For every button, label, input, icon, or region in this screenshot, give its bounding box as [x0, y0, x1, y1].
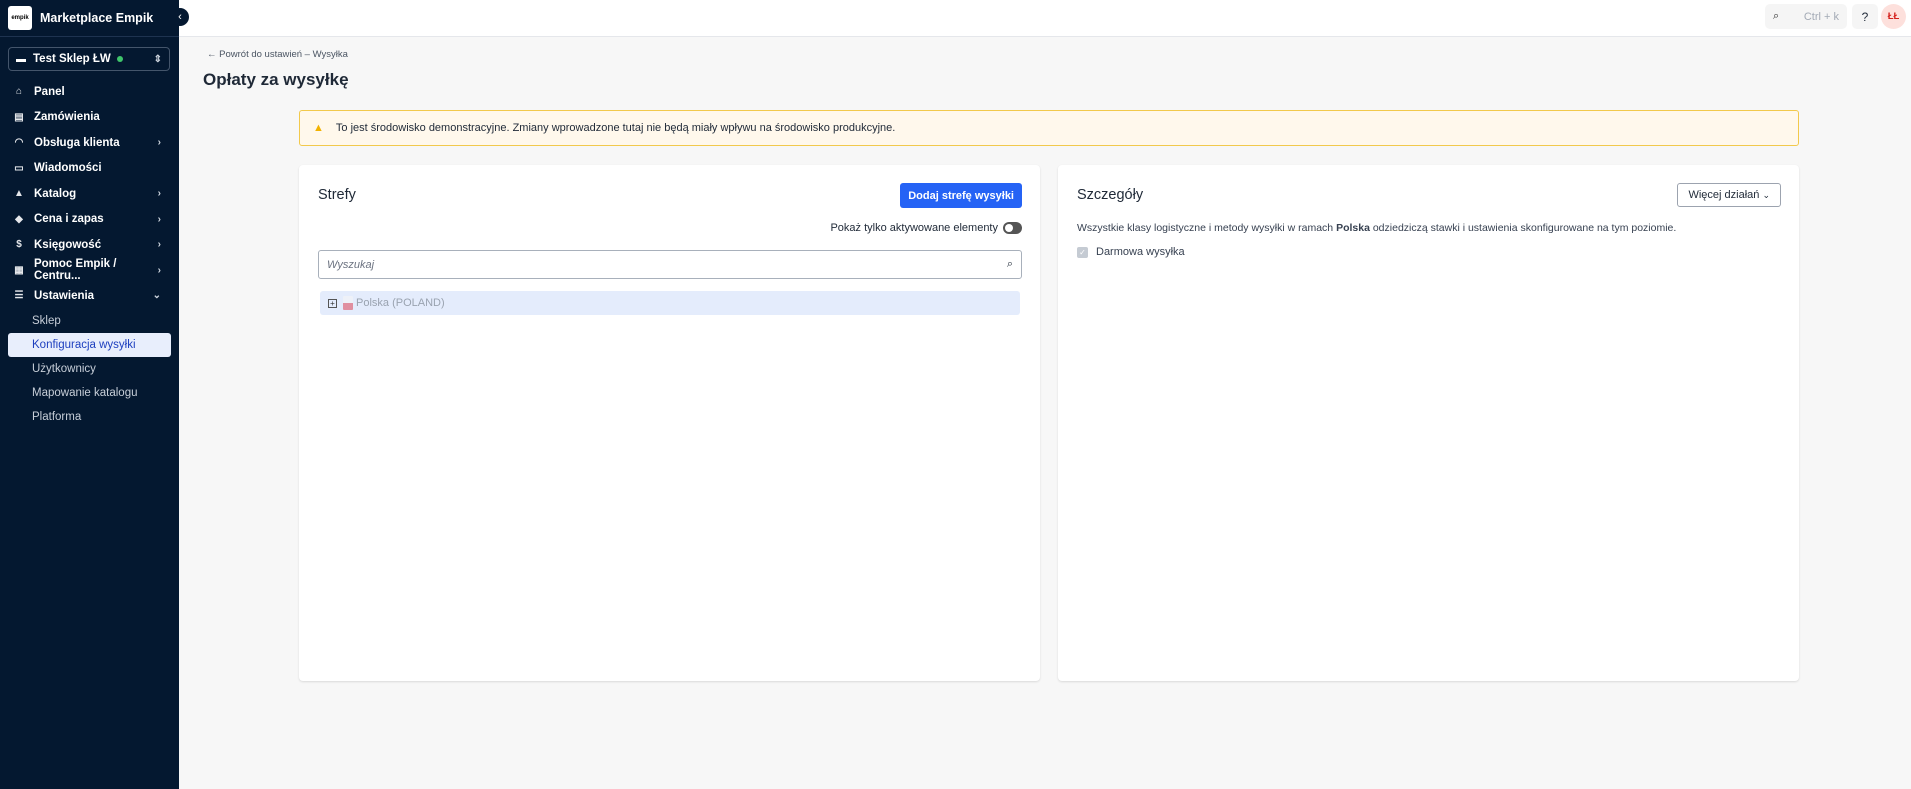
more-actions-label: Więcej działań	[1688, 189, 1760, 201]
store-name: Test Sklep ŁW	[33, 53, 111, 65]
tree-item-label: Polska (POLAND)	[356, 297, 445, 309]
help-icon[interactable]: ?	[1852, 4, 1878, 29]
poland-flag-icon	[343, 296, 353, 310]
chevron-icon: ›	[157, 188, 161, 200]
sidebar-item-label: Wiadomości	[34, 162, 102, 175]
sidebar-subitem[interactable]: Sklep	[8, 309, 171, 333]
tag-icon: ◆	[15, 213, 23, 225]
sidebar-item-ustawienia[interactable]: ☰ Ustawienia ⌄	[0, 283, 179, 309]
chevron-updown-icon: ⇕	[153, 53, 162, 65]
sidebar-item-katalog[interactable]: ▲ Katalog ›	[0, 181, 179, 207]
store-icon: ▬	[16, 53, 26, 65]
grid-icon: ▦	[14, 264, 24, 276]
empik-logo: empik	[8, 6, 32, 30]
store-selector[interactable]: ▬ Test Sklep ŁW ⇕	[8, 47, 170, 71]
sidebar-item-label: Katalog	[34, 187, 77, 200]
sidebar-item-label: Księgowość	[34, 238, 102, 251]
arrow-left-icon: ←	[207, 49, 220, 60]
zones-title: Strefy	[318, 187, 356, 203]
brand-name: Marketplace Empik	[40, 11, 154, 25]
tree-item-poland[interactable]: + Polska (POLAND)	[320, 291, 1020, 315]
sidebar-item-pomoc[interactable]: ▦ Pomoc Empik / Centru... ›	[0, 258, 179, 284]
active-only-toggle-row: Pokaż tylko aktywowane elementy	[830, 222, 1022, 234]
sidebar-item-księgowość[interactable]: $ Księgowość ›	[0, 232, 179, 258]
sidebar-item-zamówienia[interactable]: ▤ Zamówienia	[0, 105, 179, 131]
sidebar-subitem[interactable]: Platforma	[8, 405, 171, 429]
collapse-sidebar-button[interactable]: ‹	[171, 8, 189, 26]
sidebar-item-obsługa[interactable]: ◠ Obsługa klienta ›	[0, 130, 179, 156]
check-icon: ✓	[1077, 246, 1088, 258]
chevron-icon: ⌄	[152, 290, 161, 302]
sidebar-item-label: Ustawienia	[34, 289, 95, 302]
free-shipping-checkbox[interactable]: ✓ Darmowa wysyłka	[1077, 246, 1185, 258]
headset-icon: ◠	[14, 137, 24, 149]
checkbox-label: Darmowa wysyłka	[1096, 246, 1185, 258]
shapes-icon: ▲	[14, 188, 24, 200]
status-dot	[116, 56, 123, 62]
zone-search: ⌕	[318, 250, 1022, 279]
alert-text: To jest środowisko demonstracyjne. Zmian…	[335, 122, 896, 134]
page-title: Opłaty za wysyłkę	[203, 70, 349, 89]
global-search-button[interactable]: ⌕ Ctrl + k	[1765, 4, 1847, 29]
warning-icon: ▲	[313, 122, 324, 134]
expand-icon[interactable]: +	[328, 298, 337, 308]
brand[interactable]: empik Marketplace Empik	[0, 0, 179, 37]
sidebar-item-panel[interactable]: ⌂ Panel	[0, 79, 179, 105]
home-icon: ⌂	[15, 86, 23, 98]
sliders-icon: ☰	[14, 290, 24, 302]
desc-text: odziedziczą stawki i ustawienia skonfigu…	[1369, 222, 1677, 234]
sidebar-item-cena[interactable]: ◆ Cena i zapas ›	[0, 207, 179, 233]
sidebar-item-label: Pomoc Empik / Centru...	[33, 258, 117, 283]
sidebar-item-label: Zamówienia	[34, 111, 100, 124]
chevron-icon: ›	[157, 264, 161, 276]
breadcrumb[interactable]: ← Powrót do ustawień – Wysyłka	[207, 49, 348, 60]
sidebar-item-label: Panel	[34, 85, 65, 98]
search-icon[interactable]: ⌕	[1007, 258, 1013, 271]
message-icon: ▭	[14, 162, 24, 174]
topbar: ⌕ Ctrl + k ? ŁŁ	[179, 0, 1911, 37]
zones-card: Strefy Dodaj strefę wysyłki Pokaż tylko …	[299, 165, 1040, 681]
sidebar-subitem[interactable]: Konfiguracja wysyłki	[8, 332, 171, 357]
sidebar: empik Marketplace Empik ▬ Test Sklep ŁW …	[0, 0, 179, 789]
chevron-icon: ›	[157, 213, 161, 225]
sidebar-subitem[interactable]: Użytkownicy	[8, 357, 171, 381]
chevron-icon: ›	[157, 137, 161, 149]
desc-text: Wszystkie klasy logistyczne i metody wys…	[1077, 222, 1337, 234]
active-only-toggle[interactable]	[1003, 222, 1022, 234]
more-actions-button[interactable]: Więcej działań ⌄	[1677, 183, 1781, 207]
demo-alert: ▲ To jest środowisko demonstracyjne. Zmi…	[299, 110, 1799, 146]
search-shortcut: Ctrl + k	[1803, 10, 1839, 23]
clipboard-icon: ▤	[14, 111, 24, 123]
details-description: Wszystkie klasy logistyczne i metody wys…	[1077, 222, 1676, 234]
search-input[interactable]	[327, 258, 1007, 271]
chevron-down-icon: ⌄	[1762, 190, 1770, 200]
sidebar-item-label: Cena i zapas	[34, 213, 104, 226]
sidebar-item-label: Obsługa klienta	[34, 136, 120, 149]
details-card: Szczegóły Więcej działań ⌄ Wszystkie kla…	[1058, 165, 1799, 681]
toggle-label: Pokaż tylko aktywowane elementy	[830, 222, 998, 234]
details-title: Szczegóły	[1077, 187, 1144, 203]
avatar[interactable]: ŁŁ	[1881, 4, 1906, 29]
chevron-icon: ›	[157, 239, 161, 251]
invoice-icon: $	[16, 239, 22, 251]
breadcrumb-link[interactable]: Powrót do ustawień – Wysyłka	[219, 49, 348, 60]
sidebar-subitem[interactable]: Mapowanie katalogu	[8, 381, 171, 405]
zone-name: Polska	[1336, 222, 1370, 234]
add-zone-button[interactable]: Dodaj strefę wysyłki	[900, 183, 1022, 208]
sidebar-item-wiadomości[interactable]: ▭ Wiadomości	[0, 156, 179, 182]
search-icon: ⌕	[1773, 10, 1780, 22]
sidebar-nav: ⌂ Panel ▤ Zamówienia ◠ Obsługa klienta › ▭ Wiado…	[0, 79, 179, 429]
